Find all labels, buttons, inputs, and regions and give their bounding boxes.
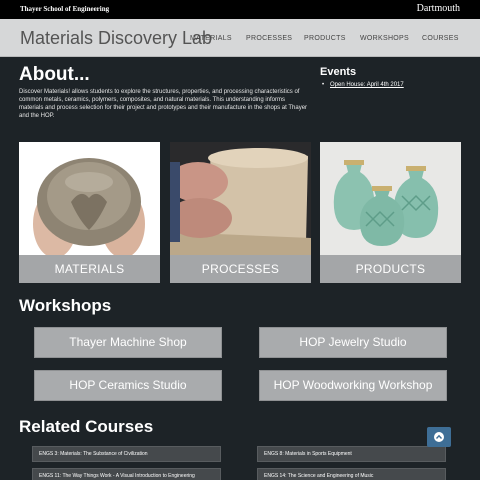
related-courses-heading: Related Courses bbox=[19, 417, 154, 436]
tile-processes-label: PROCESSES bbox=[170, 255, 311, 283]
site-title[interactable]: Materials Discovery Lab bbox=[20, 28, 212, 49]
tile-products-label: PRODUCTS bbox=[320, 255, 461, 283]
nav-courses[interactable]: COURSES bbox=[422, 35, 459, 42]
back-to-top-button[interactable] bbox=[427, 427, 451, 447]
course-engs14[interactable]: ENGS 14: The Science and Engineering of … bbox=[257, 468, 446, 480]
events-heading: Events bbox=[320, 66, 357, 78]
workshop-thayer-machine-shop-button[interactable]: Thayer Machine Shop bbox=[34, 327, 222, 358]
site-header: Materials Discovery Lab MATERIALS PROCES… bbox=[0, 19, 480, 57]
tile-materials-label: MATERIALS bbox=[19, 255, 160, 283]
processes-image bbox=[170, 142, 311, 255]
workshop-hop-jewelry-studio-button[interactable]: HOP Jewelry Studio bbox=[259, 327, 447, 358]
nav-processes[interactable]: PROCESSES bbox=[246, 35, 292, 42]
about-text: Discover Materials! allows students to e… bbox=[19, 89, 308, 119]
materials-image bbox=[19, 142, 160, 258]
event-link[interactable]: Open House: April 4th 2017 bbox=[322, 82, 404, 88]
workshop-hop-woodworking-button[interactable]: HOP Woodworking Workshop bbox=[259, 370, 447, 401]
course-engs3[interactable]: ENGS 3: Materials: The Substance of Civi… bbox=[32, 446, 221, 462]
workshops-heading: Workshops bbox=[19, 296, 112, 315]
products-image bbox=[320, 142, 461, 255]
school-link[interactable]: Thayer School of Engineering bbox=[20, 5, 109, 13]
about-heading: About... bbox=[19, 64, 90, 85]
course-engs11[interactable]: ENGS 11: The Way Things Work - A Visual … bbox=[32, 468, 221, 480]
nav-products[interactable]: PRODUCTS bbox=[304, 35, 346, 42]
tile-materials[interactable]: MATERIALS bbox=[19, 142, 160, 283]
top-bar: Thayer School of Engineering Dartmouth bbox=[0, 0, 480, 19]
nav-workshops[interactable]: WORKSHOPS bbox=[360, 35, 409, 42]
nav-materials[interactable]: MATERIALS bbox=[190, 35, 232, 42]
course-engs8[interactable]: ENGS 8: Materials in Sports Equipment bbox=[257, 446, 446, 462]
tile-products[interactable]: PRODUCTS bbox=[320, 142, 461, 283]
dartmouth-logo[interactable]: Dartmouth bbox=[417, 3, 460, 14]
tile-processes[interactable]: PROCESSES bbox=[170, 142, 311, 283]
chevron-up-icon bbox=[434, 432, 444, 442]
workshop-hop-ceramics-studio-button[interactable]: HOP Ceramics Studio bbox=[34, 370, 222, 401]
